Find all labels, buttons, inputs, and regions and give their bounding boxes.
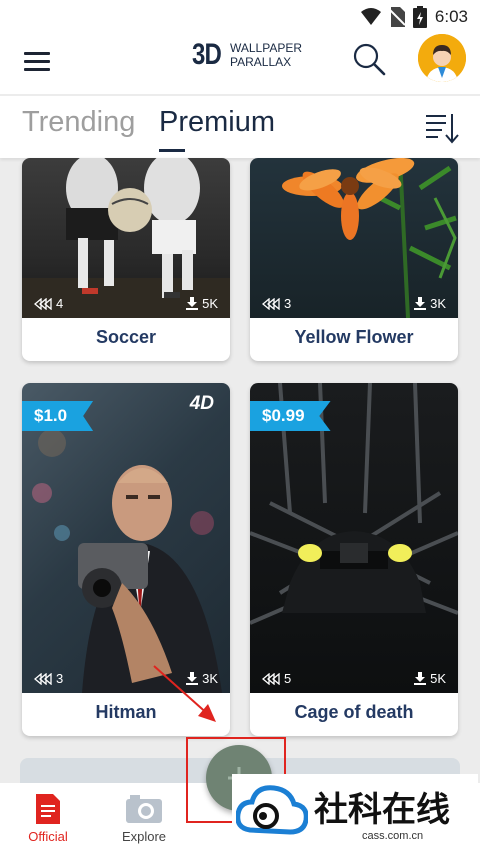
camera-icon — [126, 795, 162, 823]
menu-icon[interactable] — [24, 49, 52, 73]
downloads-count: 5K — [202, 296, 218, 311]
tab-trending[interactable]: Trending — [22, 106, 135, 139]
layers-icon — [262, 297, 280, 310]
card-likes: 4 — [34, 296, 63, 311]
no-sim-icon — [388, 7, 405, 27]
likes-count: 4 — [56, 296, 64, 311]
wallpaper-card-cage-of-death[interactable]: $0.99 5 5K Cage of death — [250, 383, 458, 736]
app-logo: 3D WALLPAPER PARALLAX — [192, 40, 302, 70]
nav-explore-label: Explore — [121, 829, 167, 844]
download-icon — [414, 297, 427, 310]
watermark: 社科在线 cass.com.cn — [232, 774, 478, 850]
downloads-count: 3K — [430, 296, 446, 311]
likes-count: 3 — [56, 671, 64, 686]
download-icon — [186, 297, 199, 310]
price-tag: $0.99 — [250, 401, 331, 431]
card-title: Cage of death — [294, 702, 414, 722]
layers-icon — [34, 672, 52, 685]
annotation-arrow — [153, 665, 216, 722]
nav-official-label: Official — [28, 829, 68, 844]
battery-icon — [412, 6, 427, 28]
document-icon — [36, 794, 60, 824]
nav-official[interactable]: Official — [8, 793, 88, 844]
card-image — [22, 158, 230, 318]
cloud-eye-logo — [236, 785, 308, 835]
layers-icon — [262, 672, 280, 685]
tab-indicator — [159, 149, 185, 152]
download-icon — [414, 672, 427, 685]
watermark-brand: 社科在线 — [314, 790, 450, 830]
app-bar: 3D WALLPAPER PARALLAX — [0, 32, 480, 94]
avatar[interactable] — [418, 34, 466, 82]
status-time: 6:03 — [434, 7, 468, 26]
user-avatar-icon — [418, 34, 466, 82]
card-likes: 3 — [262, 296, 291, 311]
status-bar: 6:03 — [0, 0, 480, 32]
tab-bar: Trending Premium — [0, 96, 480, 158]
nav-explore[interactable]: Explore — [104, 793, 184, 844]
logo-line1: WALLPAPER — [230, 41, 303, 55]
card-downloads: 5K — [186, 296, 218, 311]
logo-3d: 3D — [192, 38, 222, 71]
watermark-url: cass.com.cn — [362, 830, 424, 842]
wifi-icon — [360, 8, 381, 25]
card-title: Yellow Flower — [294, 327, 414, 347]
wallpaper-card-soccer[interactable]: 4 5K Soccer — [22, 158, 230, 361]
tab-premium[interactable]: Premium — [159, 106, 275, 139]
wallpaper-card-yellow-flower[interactable]: 3 3K Yellow Flower — [250, 158, 458, 361]
likes-count: 3 — [284, 296, 292, 311]
4d-badge: 4D — [189, 393, 214, 414]
sort-icon[interactable] — [424, 112, 460, 144]
layers-icon — [34, 297, 52, 310]
card-downloads: 3K — [414, 296, 446, 311]
downloads-count: 5K — [430, 671, 446, 686]
search-icon[interactable] — [352, 42, 386, 76]
card-likes: 3 — [34, 671, 63, 686]
card-image — [250, 158, 458, 318]
card-downloads: 5K — [414, 671, 446, 686]
likes-count: 5 — [284, 671, 292, 686]
card-title: Soccer — [95, 327, 157, 347]
card-likes: 5 — [262, 671, 291, 686]
price-tag: $1.0 — [22, 401, 94, 431]
logo-line2: PARALLAX — [230, 55, 292, 69]
